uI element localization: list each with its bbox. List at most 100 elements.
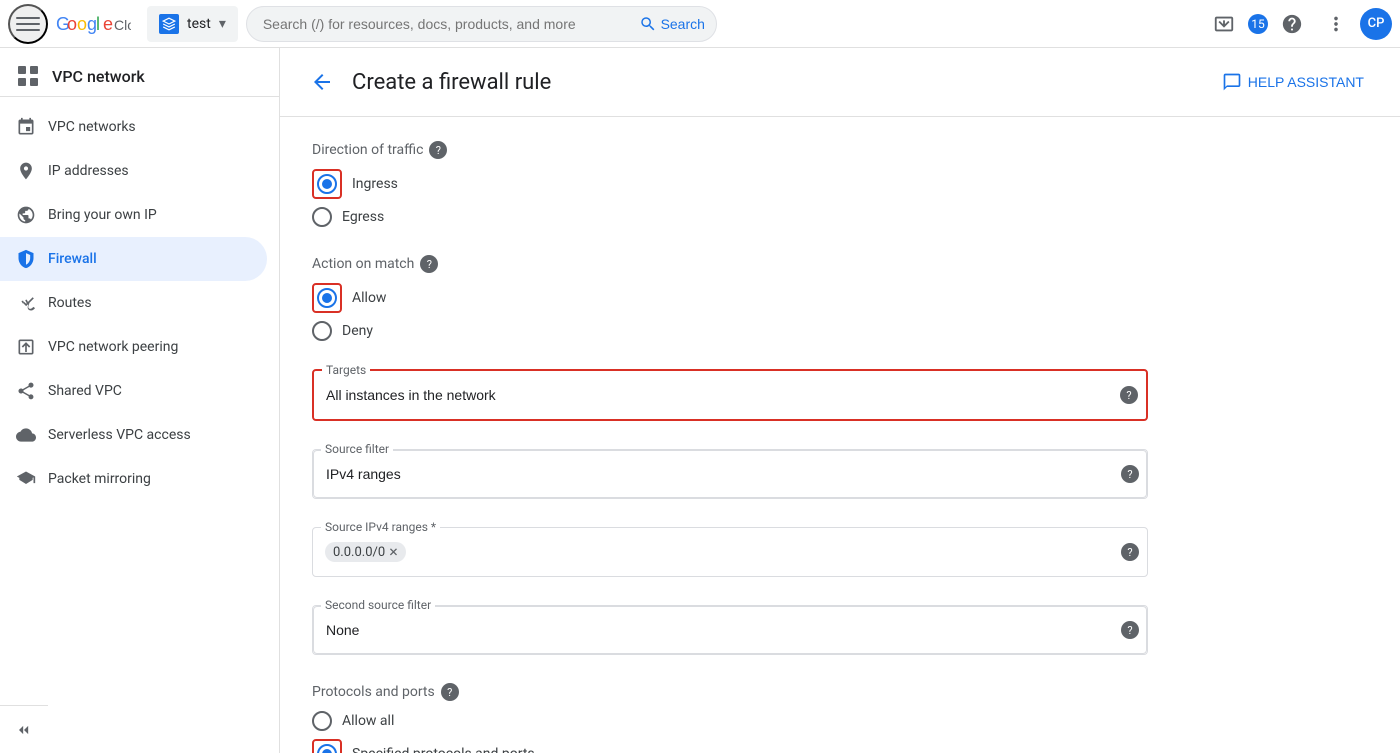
targets-float-label: Targets	[322, 363, 370, 377]
action-deny-option[interactable]: Deny	[312, 321, 1148, 341]
project-selector[interactable]: test ▾	[147, 6, 238, 42]
menu-button[interactable]	[8, 4, 48, 44]
source-ipv4-chip: 0.0.0.0/0 ×	[325, 542, 406, 562]
sidebar-nav: VPC networks IP addresses Bring your own…	[0, 97, 279, 509]
sidebar-item-packet-mirroring-label: Packet mirroring	[48, 471, 151, 487]
user-avatar[interactable]: CP	[1360, 8, 1392, 40]
protocols-radio-group: Allow all Specified protocols and ports	[312, 711, 1148, 753]
allow-all-label: Allow all	[342, 713, 394, 729]
packet-mirroring-icon	[16, 469, 36, 489]
vpc-network-icon	[16, 64, 40, 88]
sidebar-item-routes-label: Routes	[48, 295, 92, 311]
content-area: Create a firewall rule HELP ASSISTANT Di…	[280, 48, 1400, 753]
source-filter-container: Source filter IPv4 ranges IPv6 ranges IP…	[312, 449, 1148, 499]
source-ipv4-section: Source IPv4 ranges * 0.0.0.0/0 × ?	[312, 527, 1148, 577]
protocols-ports-label: Protocols and ports ?	[312, 683, 1148, 701]
sidebar-item-vpc-networks[interactable]: VPC networks	[0, 105, 267, 149]
sidebar-item-vpc-network-peering-label: VPC network peering	[48, 339, 178, 355]
source-ipv4-input[interactable]: 0.0.0.0/0 ×	[313, 528, 1147, 576]
sidebar-item-shared-vpc[interactable]: Shared VPC	[0, 369, 267, 413]
direction-radio-group: Ingress Egress	[312, 169, 1148, 227]
search-bar[interactable]: Search	[246, 6, 717, 42]
google-cloud-logo[interactable]: G o o g l e Cloud	[56, 12, 131, 36]
topbar-actions: 15 CP	[1204, 4, 1392, 44]
topbar: G o o g l e Cloud test ▾ Search 15	[0, 0, 1400, 48]
action-label: Action on match ?	[312, 255, 1148, 273]
sidebar-item-bring-your-own-ip[interactable]: Bring your own IP	[0, 193, 267, 237]
sidebar-header: VPC network	[0, 48, 279, 97]
sidebar-item-routes[interactable]: Routes	[0, 281, 267, 325]
sidebar-item-serverless-vpc-access-label: Serverless VPC access	[48, 427, 191, 443]
direction-label-text: Direction of traffic	[312, 142, 423, 158]
second-source-help-icon[interactable]: ?	[1121, 621, 1139, 639]
sidebar-item-vpc-network-peering[interactable]: VPC network peering	[0, 325, 267, 369]
shared-vpc-icon	[16, 381, 36, 401]
second-source-float-label: Second source filter	[321, 598, 435, 612]
protocols-ports-help-icon[interactable]: ?	[441, 683, 459, 701]
targets-container: Targets All instances in the network Spe…	[312, 369, 1148, 421]
protocols-ports-section: Protocols and ports ? Allow all Specifie…	[312, 683, 1148, 753]
action-help-icon[interactable]: ?	[420, 255, 438, 273]
source-filter-float-label: Source filter	[321, 442, 393, 456]
targets-help-icon[interactable]: ?	[1120, 386, 1138, 404]
svg-text:o: o	[77, 14, 87, 34]
ip-addresses-icon	[16, 161, 36, 181]
main-layout: VPC network VPC networks IP addresses Br…	[0, 48, 1400, 753]
direction-ingress-option[interactable]: Ingress	[312, 169, 1148, 199]
sidebar-item-ip-addresses[interactable]: IP addresses	[0, 149, 267, 193]
protocols-ports-label-text: Protocols and ports	[312, 684, 435, 700]
action-label-text: Action on match	[312, 256, 414, 272]
sidebar-item-packet-mirroring[interactable]: Packet mirroring	[0, 457, 267, 501]
direction-of-traffic-section: Direction of traffic ? Ingress Egress	[312, 141, 1148, 227]
action-allow-radio[interactable]	[317, 288, 337, 308]
search-button[interactable]: Search	[631, 11, 713, 37]
bring-your-own-ip-icon	[16, 205, 36, 225]
source-ipv4-float-label: Source IPv4 ranges *	[321, 520, 440, 534]
svg-text:e: e	[103, 14, 113, 34]
targets-section: Targets All instances in the network Spe…	[312, 369, 1148, 421]
sidebar: VPC network VPC networks IP addresses Br…	[0, 48, 280, 753]
back-button[interactable]	[304, 64, 340, 100]
project-icon	[159, 14, 179, 34]
targets-select[interactable]: All instances in the network Specified t…	[314, 371, 1146, 419]
help-assistant-button[interactable]: HELP ASSISTANT	[1210, 64, 1376, 100]
action-allow-label: Allow	[352, 290, 386, 306]
project-name: test	[187, 16, 211, 32]
cloud-shell-button[interactable]	[1204, 4, 1244, 44]
svg-text:l: l	[96, 14, 100, 34]
specified-protocols-option[interactable]: Specified protocols and ports	[312, 739, 1148, 753]
firewall-icon	[16, 249, 36, 269]
sidebar-item-firewall[interactable]: Firewall	[0, 237, 267, 281]
source-ipv4-icons: ?	[1121, 543, 1139, 561]
direction-egress-radio[interactable]	[312, 207, 332, 227]
second-source-icons: ?	[1121, 621, 1139, 639]
allow-all-option[interactable]: Allow all	[312, 711, 1148, 731]
help-button[interactable]	[1272, 4, 1312, 44]
allow-all-radio[interactable]	[312, 711, 332, 731]
direction-egress-option[interactable]: Egress	[312, 207, 1148, 227]
specified-protocols-radio[interactable]	[317, 744, 337, 753]
source-ipv4-chip-remove[interactable]: ×	[389, 544, 398, 560]
direction-ingress-radio[interactable]	[317, 174, 337, 194]
sidebar-title: VPC network	[52, 67, 145, 86]
sidebar-collapse-button[interactable]	[0, 705, 48, 753]
second-source-filter-section: Second source filter None Source tags Se…	[312, 605, 1148, 655]
action-allow-option[interactable]: Allow	[312, 283, 1148, 313]
sidebar-item-shared-vpc-label: Shared VPC	[48, 383, 122, 399]
search-label: Search	[661, 16, 705, 32]
sidebar-item-serverless-vpc-access[interactable]: Serverless VPC access	[0, 413, 267, 457]
second-source-filter-select[interactable]: None Source tags Service account	[313, 606, 1147, 654]
notification-badge[interactable]: 15	[1248, 14, 1268, 34]
source-filter-help-icon[interactable]: ?	[1121, 465, 1139, 483]
source-filter-select[interactable]: IPv4 ranges IPv6 ranges IPv4 and IPv6 ra…	[313, 450, 1147, 498]
more-options-button[interactable]	[1316, 4, 1356, 44]
direction-help-icon[interactable]: ?	[429, 141, 447, 159]
sidebar-item-ip-addresses-label: IP addresses	[48, 163, 129, 179]
serverless-vpc-icon	[16, 425, 36, 445]
source-ipv4-help-icon[interactable]: ?	[1121, 543, 1139, 561]
direction-ingress-label: Ingress	[352, 176, 398, 192]
action-deny-radio[interactable]	[312, 321, 332, 341]
source-filter-section: Source filter IPv4 ranges IPv6 ranges IP…	[312, 449, 1148, 499]
svg-text:Cloud: Cloud	[114, 17, 131, 33]
direction-label: Direction of traffic ?	[312, 141, 1148, 159]
